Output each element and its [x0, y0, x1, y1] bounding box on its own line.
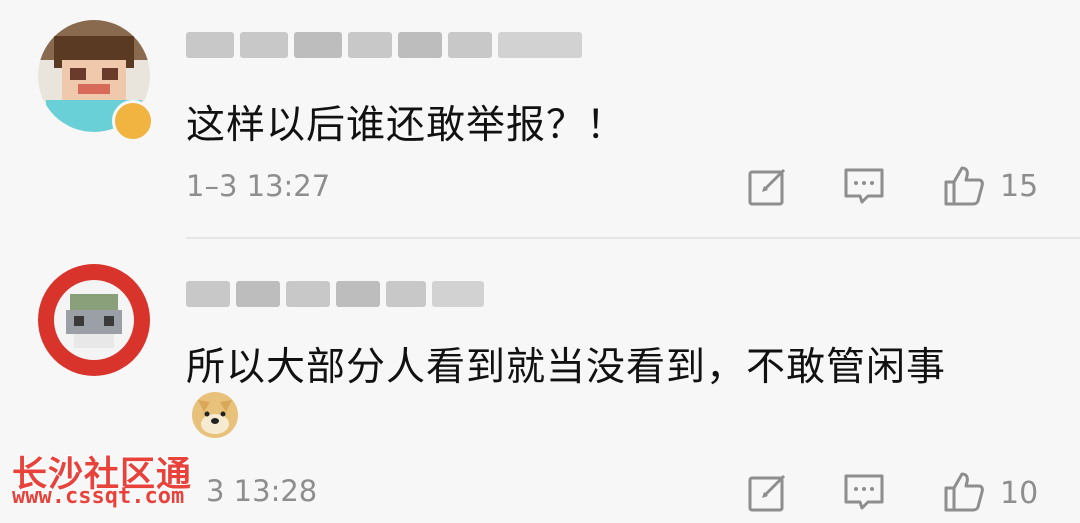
comment-bubble-icon[interactable]	[842, 470, 886, 514]
avatar[interactable]	[38, 264, 150, 376]
watermark-url: www.cssqt.com	[12, 484, 185, 509]
username[interactable]	[186, 277, 484, 311]
edit-square-icon[interactable]	[746, 470, 790, 514]
comment-time: 3 13:28	[206, 474, 318, 508]
comment-item: 所以大部分人看到就当没看到，不敢管闲事 3 13:28 10	[0, 0, 1080, 523]
comment-text: 所以大部分人看到就当没看到，不敢管闲事	[186, 345, 947, 390]
like-count: 10	[1000, 476, 1039, 511]
doge-emoji-icon	[192, 392, 238, 438]
thumbs-up-icon[interactable]	[942, 470, 986, 514]
